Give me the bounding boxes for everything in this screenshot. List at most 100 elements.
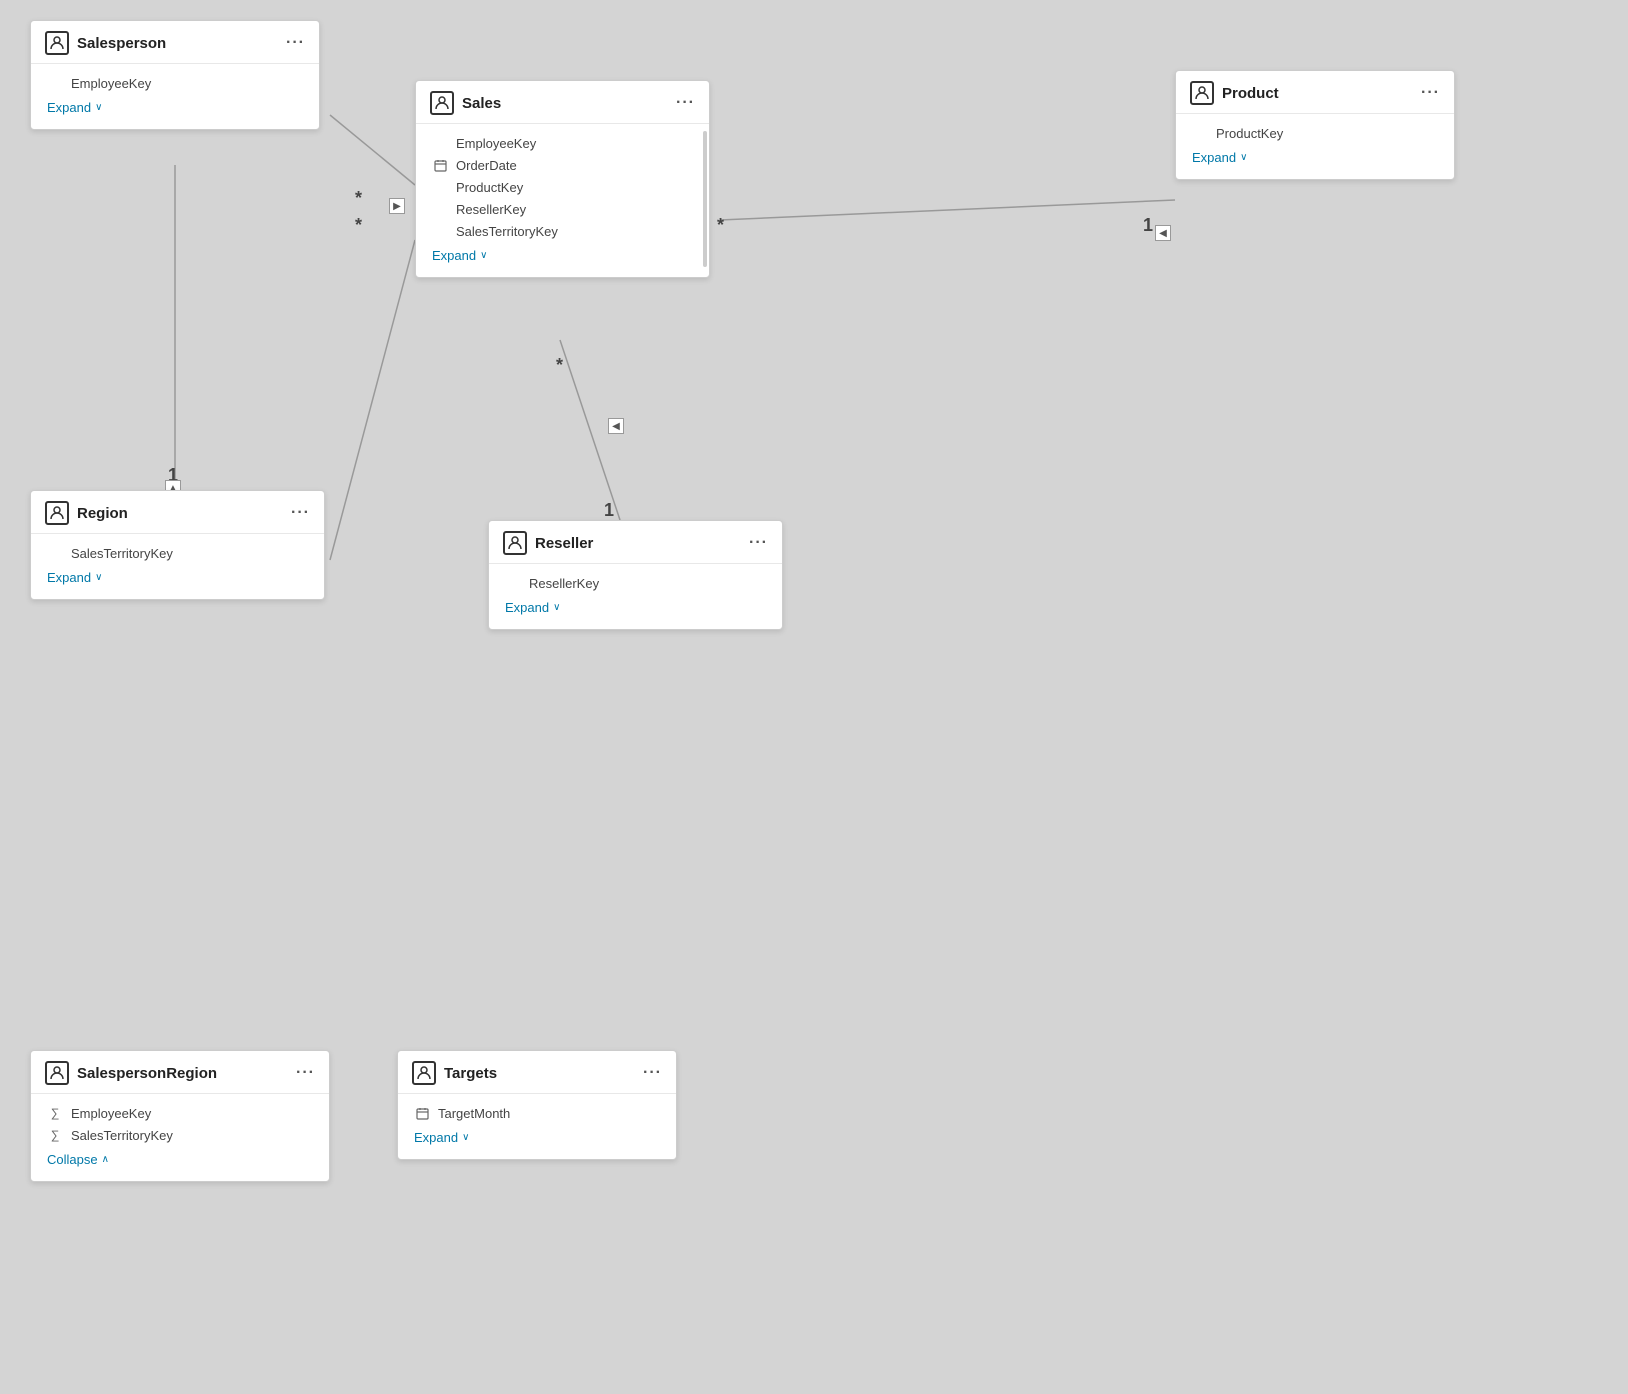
table-sales-icon: [430, 91, 454, 115]
field-product-productkey: ProductKey: [1176, 122, 1454, 144]
table-targets-body: TargetMonth Expand ∨: [398, 1094, 676, 1159]
table-salesperson-more[interactable]: ···: [286, 34, 305, 52]
table-region-body: SalesTerritoryKey Expand ∨: [31, 534, 324, 599]
field-icon-empty-7: [505, 575, 521, 591]
region-expand-btn[interactable]: Expand ∨: [47, 570, 308, 585]
product-expand-btn[interactable]: Expand ∨: [1192, 150, 1438, 165]
field-icon-empty-3: [432, 201, 448, 217]
table-sales-name: Sales: [462, 95, 501, 112]
table-salesperson-icon: [45, 31, 69, 55]
table-product: Product ··· ProductKey Expand ∨: [1175, 70, 1455, 180]
table-region-more[interactable]: ···: [291, 504, 310, 522]
sales-expand-chevron: ∨: [480, 250, 487, 261]
field-reseller-resellerkey: ResellerKey: [489, 572, 782, 594]
region-expand-row: Expand ∨: [31, 564, 324, 595]
table-product-body: ProductKey Expand ∨: [1176, 114, 1454, 179]
field-icon-empty: [47, 75, 63, 91]
table-targets-title-area: Targets: [412, 1061, 497, 1085]
field-salesperson-employeekey: EmployeeKey: [31, 72, 319, 94]
table-region-title-area: Region: [45, 501, 128, 525]
calendar-icon-2: [414, 1105, 430, 1121]
table-product-more[interactable]: ···: [1421, 84, 1440, 102]
table-product-name: Product: [1222, 85, 1279, 102]
sigma-icon-1: ∑: [47, 1105, 63, 1121]
table-targets-more[interactable]: ···: [643, 1064, 662, 1082]
table-targets-icon: [412, 1061, 436, 1085]
sales-expand-row: Expand ∨: [416, 242, 709, 273]
field-icon-empty-1: [432, 135, 448, 151]
field-spr-salesterritorykey: ∑ SalesTerritoryKey: [31, 1124, 329, 1146]
table-region: Region ··· SalesTerritoryKey Expand ∨: [30, 490, 325, 600]
connections-layer: [0, 0, 1628, 1394]
salesperson-expand-chevron: ∨: [95, 102, 102, 113]
product-expand-chevron: ∨: [1240, 152, 1247, 163]
table-product-header: Product ···: [1176, 71, 1454, 114]
reseller-expand-btn[interactable]: Expand ∨: [505, 600, 766, 615]
table-salespersonregion-title-area: SalespersonRegion: [45, 1061, 217, 1085]
field-targets-targetmonth: TargetMonth: [398, 1102, 676, 1124]
field-icon-empty-4: [432, 223, 448, 239]
sales-expand-btn[interactable]: Expand ∨: [432, 248, 693, 263]
field-sales-orderdate: OrderDate: [416, 154, 709, 176]
cardinality-sales-salesperson-many2: *: [355, 215, 362, 236]
table-salespersonregion-more[interactable]: ···: [296, 1064, 315, 1082]
table-product-title-area: Product: [1190, 81, 1279, 105]
table-sales-header: Sales ···: [416, 81, 709, 124]
table-targets-header: Targets ···: [398, 1051, 676, 1094]
table-salesperson-name: Salesperson: [77, 35, 166, 52]
table-salesperson-body: EmployeeKey Expand ∨: [31, 64, 319, 129]
table-reseller-header: Reseller ···: [489, 521, 782, 564]
field-sales-resellerkey: ResellerKey: [416, 198, 709, 220]
table-salespersonregion-icon: [45, 1061, 69, 1085]
table-sales: Sales ··· EmployeeKey OrderDate ProductK…: [415, 80, 710, 278]
table-region-header: Region ···: [31, 491, 324, 534]
cardinality-reseller-many: *: [556, 355, 563, 376]
spr-expand-chevron: ∧: [102, 1154, 109, 1165]
field-icon-empty-2: [432, 179, 448, 195]
table-salesperson: Salesperson ··· EmployeeKey Expand ∨: [30, 20, 320, 130]
table-reseller-more[interactable]: ···: [749, 534, 768, 552]
table-salespersonregion-name: SalespersonRegion: [77, 1065, 217, 1082]
table-region-name: Region: [77, 505, 128, 522]
targets-expand-row: Expand ∨: [398, 1124, 676, 1155]
table-salespersonregion-header: SalespersonRegion ···: [31, 1051, 329, 1094]
calendar-icon-1: [432, 157, 448, 173]
cardinality-sales-product-many: *: [717, 215, 724, 236]
reseller-expand-chevron: ∨: [553, 602, 560, 613]
table-sales-title-area: Sales: [430, 91, 501, 115]
diagram-canvas: * * 1 * * 1 1 ▶ ◀ ◀ ▲ Salesperson ··· Em…: [0, 0, 1628, 1394]
table-reseller-name: Reseller: [535, 535, 593, 552]
spr-expand-row: Collapse ∧: [31, 1146, 329, 1177]
reseller-expand-row: Expand ∨: [489, 594, 782, 625]
table-reseller-icon: [503, 531, 527, 555]
sigma-icon-2: ∑: [47, 1127, 63, 1143]
spr-collapse-btn[interactable]: Collapse ∧: [47, 1152, 313, 1167]
table-product-icon: [1190, 81, 1214, 105]
sales-scrollbar[interactable]: [703, 131, 707, 267]
table-reseller-title-area: Reseller: [503, 531, 593, 555]
arrow-reseller: ◀: [608, 418, 624, 434]
product-expand-row: Expand ∨: [1176, 144, 1454, 175]
arrow-salesperson-sales: ▶: [389, 198, 405, 214]
cardinality-product-one: 1: [1143, 215, 1153, 236]
salesperson-expand-row: Expand ∨: [31, 94, 319, 125]
table-region-icon: [45, 501, 69, 525]
arrow-product: ◀: [1155, 225, 1171, 241]
field-icon-empty-6: [47, 545, 63, 561]
table-reseller: Reseller ··· ResellerKey Expand ∨: [488, 520, 783, 630]
targets-expand-btn[interactable]: Expand ∨: [414, 1130, 660, 1145]
table-targets-name: Targets: [444, 1065, 497, 1082]
table-sales-more[interactable]: ···: [676, 94, 695, 112]
field-region-salesterritorykey: SalesTerritoryKey: [31, 542, 324, 564]
table-salesperson-header: Salesperson ···: [31, 21, 319, 64]
targets-expand-chevron: ∨: [462, 1132, 469, 1143]
salesperson-expand-btn[interactable]: Expand ∨: [47, 100, 303, 115]
table-salespersonregion-body: ∑ EmployeeKey ∑ SalesTerritoryKey Collap…: [31, 1094, 329, 1181]
region-expand-chevron: ∨: [95, 572, 102, 583]
table-reseller-body: ResellerKey Expand ∨: [489, 564, 782, 629]
table-salespersonregion: SalespersonRegion ··· ∑ EmployeeKey ∑ Sa…: [30, 1050, 330, 1182]
field-sales-productkey: ProductKey: [416, 176, 709, 198]
field-sales-employeekey: EmployeeKey: [416, 132, 709, 154]
table-targets: Targets ··· TargetMonth Expand ∨: [397, 1050, 677, 1160]
cardinality-sales-salesperson-many: *: [355, 188, 362, 209]
